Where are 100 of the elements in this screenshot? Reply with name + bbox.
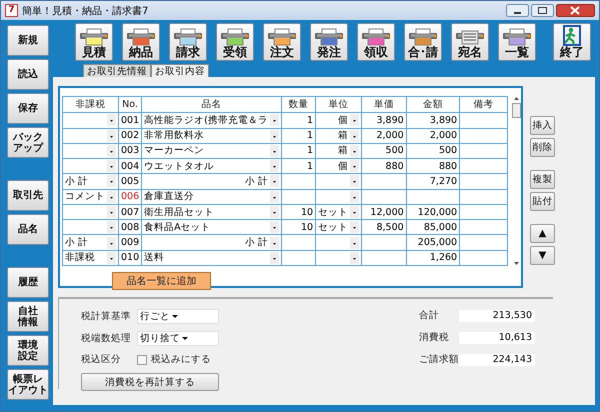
column-header: 品名 <box>202 99 222 110</box>
recalculate-tax-button[interactable]: 消費税を再計算する <box>81 373 219 391</box>
cell-text: 010 <box>121 252 140 264</box>
running-figure-icon <box>560 25 584 46</box>
row-action-button[interactable]: 削除 <box>530 138 555 157</box>
cell-text: 高性能ラジオ(携帯充電＆ラ <box>144 114 268 126</box>
printer-icon <box>267 28 297 46</box>
maximize-button[interactable] <box>531 4 554 17</box>
cell-text: 箱 <box>338 130 348 142</box>
cell-text: 非課税 <box>65 252 95 264</box>
side-menu-button[interactable]: 新規 <box>7 25 49 56</box>
side-menu-button[interactable]: 環境 設定 <box>7 335 49 366</box>
tab[interactable]: お取引先情報 <box>83 64 151 77</box>
move-row-button[interactable]: ▼ <box>530 246 555 265</box>
cell-text: 小 計 <box>65 237 88 248</box>
cell-text: セット <box>318 222 348 233</box>
dropdown-arrow-icon[interactable] <box>172 315 178 318</box>
cell-text: 880 <box>386 160 404 172</box>
field-label: 税計算基準 <box>81 310 132 323</box>
toolbar-button[interactable]: 発注 <box>310 23 348 61</box>
cell-text: 1,260 <box>430 252 458 264</box>
side-menu-button[interactable]: 自社 情報 <box>7 301 49 332</box>
close-button[interactable] <box>556 4 595 17</box>
dropdown-arrow-icon[interactable] <box>182 337 188 340</box>
cell-text: 1 <box>307 130 314 142</box>
column-header: 単位 <box>328 99 349 110</box>
cell-text: 非常用飲料水 <box>144 130 204 142</box>
cell-text: 1 <box>307 145 314 156</box>
cell-text: 880 <box>438 160 458 172</box>
cell-text: 送料 <box>144 252 164 264</box>
cell-text: 3,890 <box>376 114 404 126</box>
cell-text: 小 計 <box>244 176 268 187</box>
side-menu-button[interactable]: 品名 <box>7 214 49 245</box>
side-menu-button[interactable]: 保存 <box>7 93 49 124</box>
document-list-icon <box>455 28 485 46</box>
side-menu-button[interactable]: 履歴 <box>7 267 49 298</box>
cell-text: 倉庫直送分 <box>144 191 194 202</box>
row-action-button[interactable]: 貼付 <box>530 192 555 211</box>
toolbar-button[interactable]: 注文 <box>263 23 301 61</box>
cell-text: 1 <box>307 114 314 126</box>
checkbox[interactable]: 税込みにする <box>137 353 219 366</box>
column-header: 非課税 <box>76 99 106 110</box>
toolbar-button[interactable]: 一覧 <box>498 23 536 61</box>
toolbar-button[interactable]: 領収 <box>357 23 395 61</box>
move-row-button[interactable]: ▲ <box>530 224 555 243</box>
window-title: 簡単！見積・納品・請求書7 <box>22 4 150 18</box>
side-menu-button[interactable]: 帳票レ イアウト <box>7 369 49 400</box>
cell-text: 8,500 <box>376 222 404 233</box>
printer-icon <box>126 28 156 46</box>
cell-text: 1 <box>307 160 314 172</box>
cell-text: 食料品Aセット <box>144 222 211 233</box>
cell-text: 12,000 <box>370 206 404 218</box>
row-action-button[interactable]: 複製 <box>530 170 555 189</box>
scroll-down-icon[interactable] <box>513 261 520 266</box>
minimize-button[interactable] <box>506 4 529 17</box>
cell-text: 2,000 <box>430 130 458 142</box>
cell-text: 006 <box>121 191 140 202</box>
cell-text: 120,000 <box>418 206 458 218</box>
toolbar-button[interactable]: 受領 <box>216 23 254 61</box>
field-label: 税端数処理 <box>81 332 132 345</box>
toolbar-button[interactable]: 見積 <box>75 23 113 61</box>
printer-icon <box>220 28 250 46</box>
printer-icon <box>314 28 344 46</box>
app-icon: 7 <box>5 4 18 17</box>
printer-icon <box>79 28 109 46</box>
cell-text: 10 <box>301 206 314 218</box>
total-value: 213,530 <box>459 310 535 322</box>
scroll-up-icon[interactable] <box>513 96 520 101</box>
cell-text: 2,000 <box>376 130 404 142</box>
printer-icon <box>173 28 203 46</box>
toolbar-button[interactable]: 宛名 <box>451 23 489 61</box>
dropdown-field[interactable]: 行ごと <box>137 309 219 324</box>
side-menu-button[interactable]: 読込 <box>7 59 49 90</box>
cell-text: 002 <box>121 130 140 142</box>
side-menu-button[interactable]: バック アップ <box>7 127 49 158</box>
cell-text: 小 計 <box>65 176 88 187</box>
toolbar-button[interactable]: 合･請 <box>404 23 442 61</box>
total-value: 224,143 <box>459 354 535 366</box>
row-action-button[interactable]: 挿入 <box>530 116 555 135</box>
toolbar-button[interactable]: 請求 <box>169 23 207 61</box>
cell-text: 001 <box>121 114 140 126</box>
cell-text: 005 <box>121 176 140 187</box>
dropdown-field[interactable]: 切り捨て <box>137 331 219 346</box>
scrollbar-thumb[interactable] <box>512 103 521 118</box>
cell-text: 500 <box>386 145 404 156</box>
side-menu-button[interactable]: 取引先 <box>7 180 49 211</box>
add-to-product-list-button[interactable]: 品名一覧に追加 <box>112 272 211 290</box>
total-value: 10,613 <box>459 332 535 344</box>
toolbar-button[interactable]: 納品 <box>122 23 160 61</box>
cell-text: マーカーペン <box>144 145 204 156</box>
toolbar-button[interactable]: 終了 <box>553 23 591 61</box>
column-header: 備考 <box>474 99 494 110</box>
cell-text: ウエットタオル <box>144 160 214 172</box>
cell-text: 007 <box>121 206 140 218</box>
cell-text: 7,270 <box>430 176 458 187</box>
cell-text: 3,890 <box>430 114 458 126</box>
column-header: 金額 <box>422 99 443 110</box>
cell-text: コメント <box>65 191 105 202</box>
cell-text: 500 <box>438 145 458 156</box>
column-header: 単価 <box>374 99 394 110</box>
